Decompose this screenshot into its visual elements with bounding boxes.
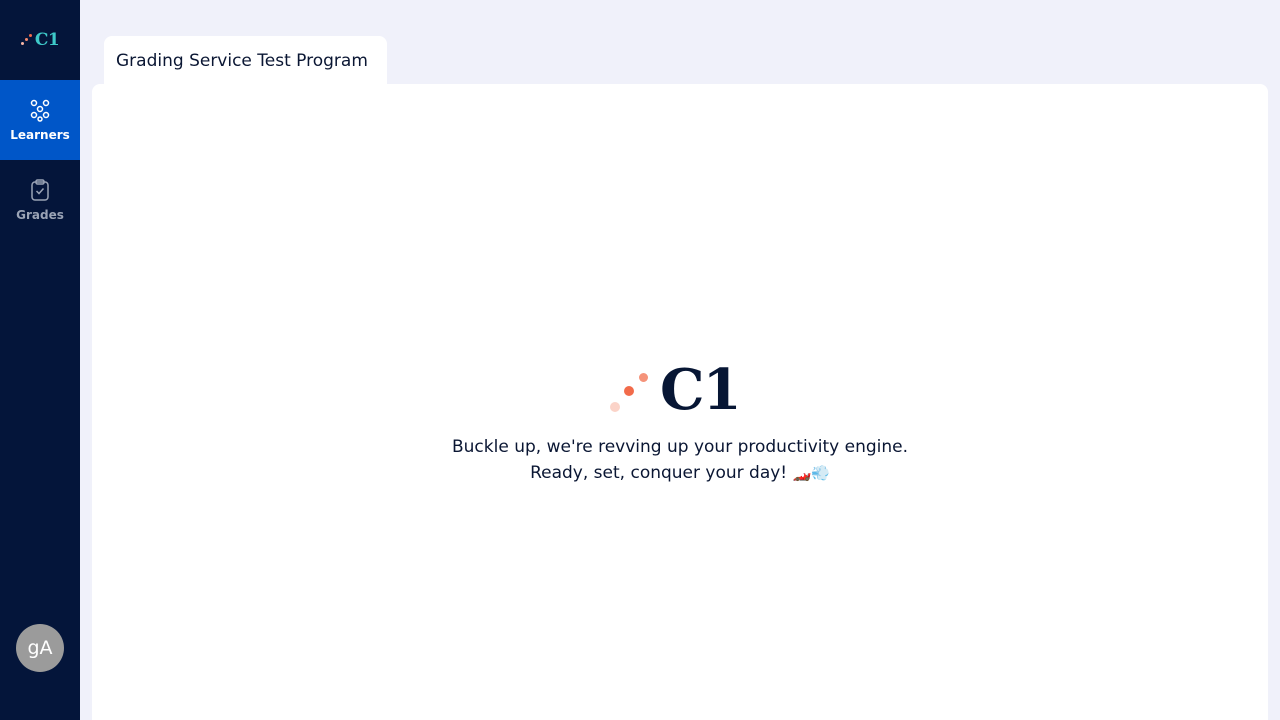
loading-line-2: Ready, set, conquer your day! xyxy=(530,463,788,483)
loading-line-2-row: Ready, set, conquer your day! 🏎️💨 xyxy=(452,460,908,486)
sidebar-item-label: Learners xyxy=(10,128,70,142)
logo-text: C1 xyxy=(660,357,742,423)
logo-dot xyxy=(639,373,648,382)
sidebar-item-grades[interactable]: Grades xyxy=(0,160,80,240)
tab-program[interactable]: Grading Service Test Program xyxy=(104,36,387,86)
loading-screen: C1 Buckle up, we're revving up your prod… xyxy=(92,360,1268,486)
sidebar-item-learners[interactable]: Learners xyxy=(0,80,80,160)
race-car-wind-emoji: 🏎️💨 xyxy=(792,464,830,482)
avatar[interactable]: gA xyxy=(16,624,64,672)
loading-message: Buckle up, we're revving up your product… xyxy=(452,434,908,486)
sidebar: C1 Learners Grades gA xyxy=(0,0,80,720)
brand-name: C1 xyxy=(34,30,60,50)
people-group-icon xyxy=(30,99,50,122)
main-panel: C1 Buckle up, we're revving up your prod… xyxy=(92,84,1268,720)
brand-dots-icon xyxy=(20,34,33,46)
logo-dot xyxy=(624,386,634,396)
clipboard-check-icon xyxy=(31,179,49,201)
brand-logo[interactable]: C1 xyxy=(0,0,80,80)
sidebar-item-label: Grades xyxy=(16,208,64,222)
c1-logo: C1 xyxy=(610,360,750,420)
logo-dot xyxy=(610,402,620,412)
loading-line-1: Buckle up, we're revving up your product… xyxy=(452,437,908,457)
